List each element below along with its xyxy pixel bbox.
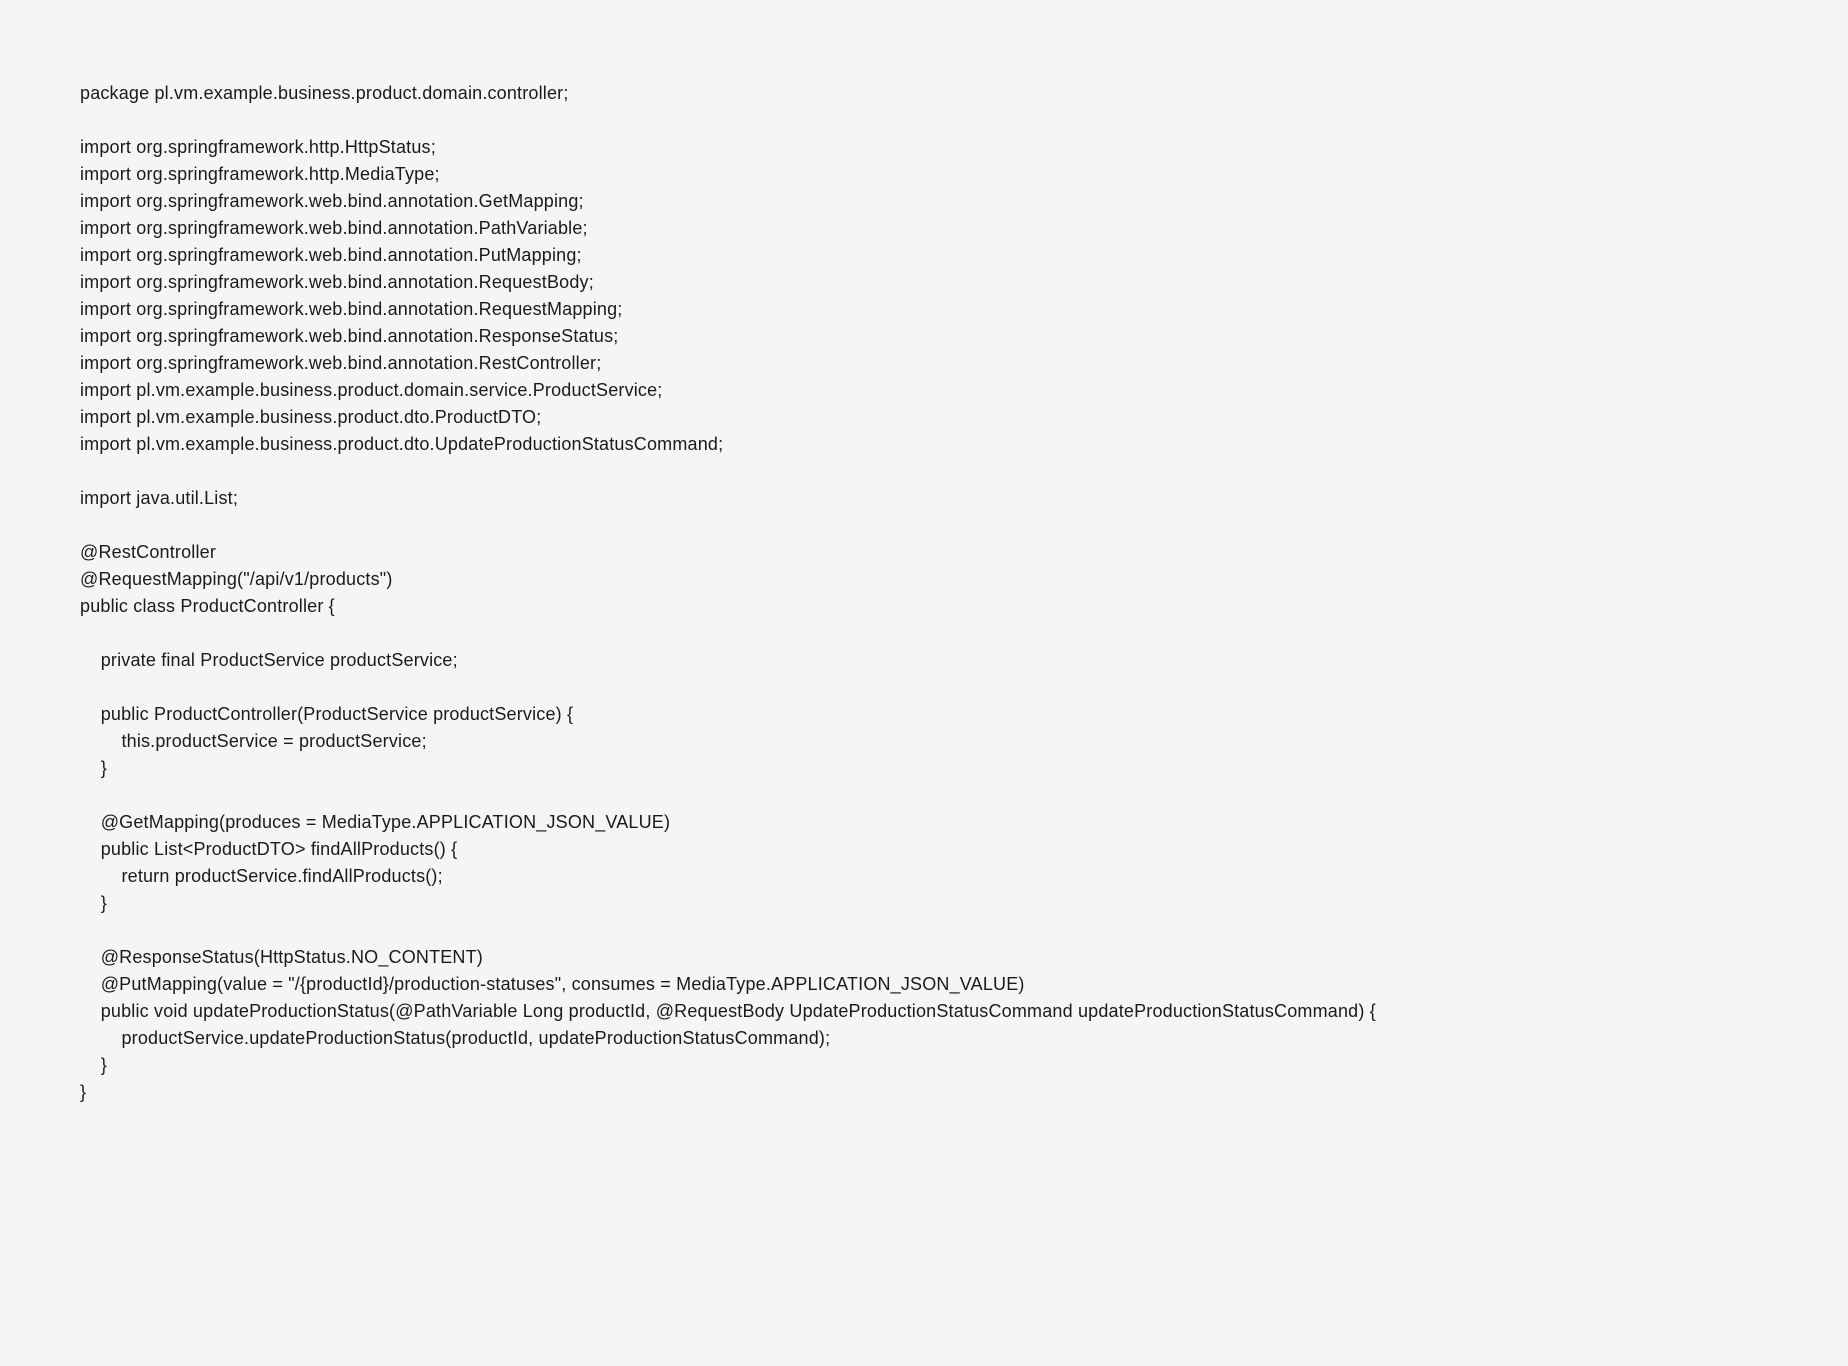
code-block: package pl.vm.example.business.product.d… — [80, 80, 1768, 1106]
